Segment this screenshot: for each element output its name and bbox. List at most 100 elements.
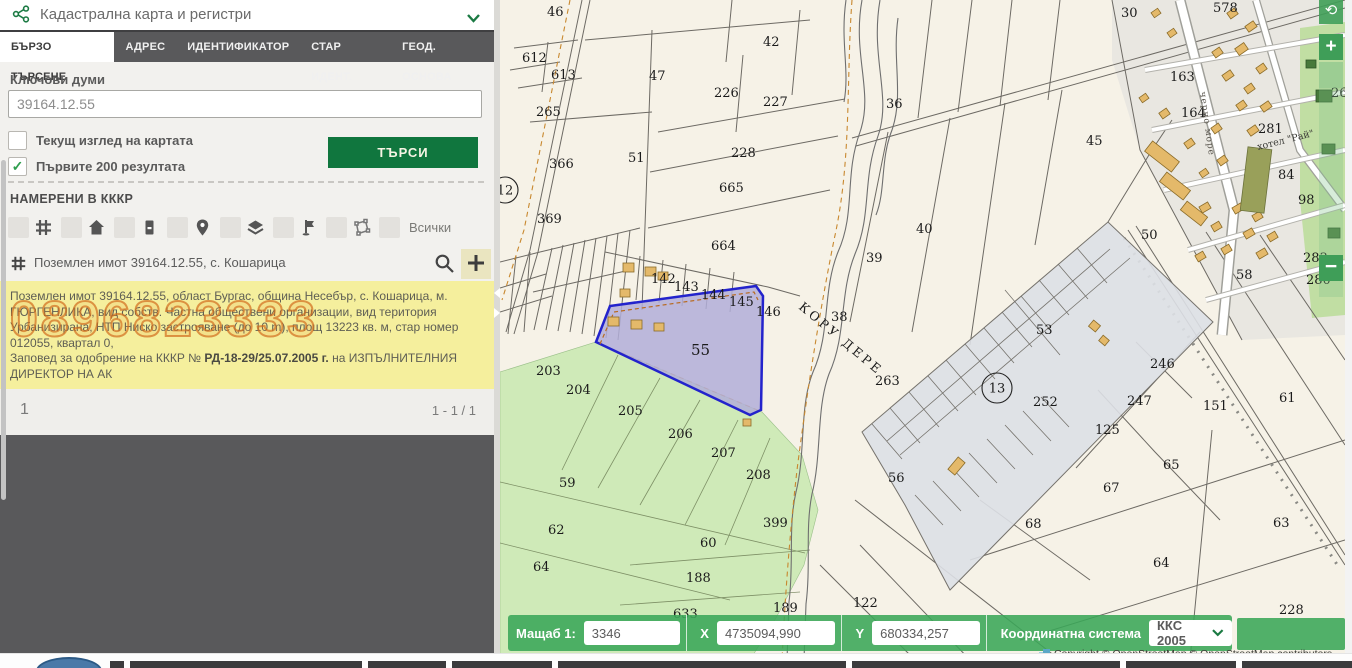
- filter-flag-checkbox[interactable]: [273, 217, 294, 238]
- parcel-grid-icon: [10, 255, 27, 277]
- svg-text:208: 208: [746, 468, 771, 483]
- filter-all-checkbox[interactable]: [379, 217, 400, 238]
- page-number-button[interactable]: 1: [20, 401, 29, 419]
- approval-order-number: РД-18-29/25.07.2005 г.: [204, 351, 328, 365]
- share-icon: [12, 5, 30, 28]
- svg-text:58: 58: [1236, 268, 1253, 283]
- svg-text:664: 664: [711, 239, 736, 254]
- first-results-label: Първите 200 резултата: [36, 159, 185, 174]
- tab-address[interactable]: АДРЕС: [114, 32, 176, 62]
- x-coordinate-input[interactable]: [717, 621, 835, 645]
- object-type-filters: Всички: [6, 214, 488, 240]
- svg-text:228: 228: [1279, 603, 1304, 618]
- svg-text:265: 265: [536, 105, 561, 120]
- filter-building-checkbox[interactable]: [61, 217, 82, 238]
- toolbar-extra-button[interactable]: [1319, 62, 1343, 88]
- svg-text:64: 64: [533, 560, 550, 575]
- svg-text:68: 68: [1025, 517, 1042, 532]
- svg-text:612: 612: [522, 51, 547, 66]
- svg-text:62: 62: [548, 523, 565, 538]
- svg-text:263: 263: [875, 374, 900, 389]
- svg-text:207: 207: [711, 446, 736, 461]
- status-bar-right-segment: [1237, 618, 1345, 650]
- svg-text:51: 51: [628, 151, 645, 166]
- svg-text:64: 64: [1153, 556, 1170, 571]
- scale-input[interactable]: [584, 621, 680, 645]
- pagination-bar: 1 1 - 1 / 1: [0, 389, 494, 435]
- tab-geod-basis[interactable]: ГЕОД. ОСНОВА: [391, 32, 494, 62]
- polygon-icon: [352, 218, 371, 237]
- svg-text:65: 65: [1163, 458, 1180, 473]
- svg-text:40: 40: [916, 222, 933, 237]
- svg-text:12: 12: [500, 184, 513, 199]
- service-header[interactable]: Кадастрална карта и регистри: [0, 0, 494, 32]
- current-view-row: Текущ изглед на картата: [8, 131, 193, 150]
- scrollbar-thumb[interactable]: [1, 160, 6, 500]
- y-label: Y: [855, 626, 864, 641]
- svg-text:252: 252: [1033, 395, 1058, 410]
- first-results-row: ✓ Първите 200 резултата: [8, 157, 185, 176]
- svg-text:188: 188: [686, 571, 711, 586]
- found-section-title: НАМЕРЕНИ В КККР: [10, 192, 133, 206]
- filter-polygon-checkbox[interactable]: [326, 217, 347, 238]
- svg-text:53: 53: [1036, 323, 1053, 338]
- result-item-title: Поземлен имот 39164.12.55, с. Кошарица: [34, 255, 286, 270]
- zoom-out-button[interactable]: −: [1319, 255, 1343, 281]
- filter-point-checkbox[interactable]: [167, 217, 188, 238]
- statusbar-separator: [686, 615, 687, 651]
- crs-select[interactable]: ККС 2005: [1149, 620, 1232, 646]
- taskbar-start-button[interactable]: [36, 657, 102, 668]
- svg-text:39: 39: [866, 251, 883, 266]
- service-title: Кадастрална карта и регистри: [40, 6, 251, 23]
- result-item-row[interactable]: Поземлен имот 39164.12.55, с. Кошарица: [0, 247, 494, 282]
- search-button[interactable]: ТЪРСИ: [328, 137, 478, 168]
- svg-text:399: 399: [763, 516, 788, 531]
- y-coordinate-input[interactable]: [872, 621, 980, 645]
- door-icon: [140, 218, 159, 237]
- filter-layers-checkbox[interactable]: [220, 217, 241, 238]
- svg-text:84: 84: [1278, 168, 1295, 183]
- chevron-down-icon[interactable]: [467, 10, 480, 28]
- filter-object-checkbox[interactable]: [114, 217, 135, 238]
- svg-text:247: 247: [1127, 394, 1152, 409]
- svg-text:125: 125: [1095, 423, 1120, 438]
- svg-text:578: 578: [1213, 1, 1238, 16]
- tab-identifier[interactable]: ИДЕНТИФИКАТОР: [176, 32, 300, 62]
- current-view-checkbox[interactable]: [8, 131, 27, 150]
- svg-text:228: 228: [731, 146, 756, 161]
- x-label: X: [700, 626, 709, 641]
- current-view-label: Текущ изглед на картата: [36, 133, 193, 148]
- search-tabs: БЪРЗО ТЪРСЕНЕ АДРЕС ИДЕНТИФИКАТОР СТАР И…: [0, 32, 494, 62]
- svg-text:204: 204: [566, 383, 591, 398]
- rotate-map-button[interactable]: ⟲: [1319, 0, 1343, 24]
- svg-text:46: 46: [547, 5, 564, 20]
- zoom-in-button[interactable]: +: [1319, 34, 1343, 60]
- tab-old-ident[interactable]: СТАР ИДЕНТ.: [300, 32, 391, 62]
- svg-text:144: 144: [701, 288, 726, 303]
- add-to-map-button[interactable]: [461, 249, 491, 279]
- tab-quick-search[interactable]: БЪРЗО ТЪРСЕНЕ: [0, 32, 114, 62]
- first-results-checkbox[interactable]: ✓: [8, 157, 27, 176]
- filter-parcel-checkbox[interactable]: [8, 217, 29, 238]
- toolbar-column-lower: [1319, 281, 1343, 297]
- svg-text:203: 203: [536, 364, 561, 379]
- flag-icon: [299, 218, 318, 237]
- svg-text:122: 122: [853, 596, 878, 611]
- cadastral-map[interactable]: 1213 46612613265366369514722622722842665…: [500, 0, 1345, 667]
- svg-text:189: 189: [773, 601, 798, 616]
- svg-text:67: 67: [1103, 481, 1120, 496]
- svg-text:369: 369: [537, 212, 562, 227]
- crs-label: Координатна система: [1001, 626, 1141, 641]
- home-icon: [87, 218, 106, 237]
- keywords-label: Ключови думи: [10, 72, 105, 87]
- svg-text:281: 281: [1258, 122, 1283, 137]
- result-approval-text: Заповед за одобрение на КККР № РД-18-29/…: [10, 351, 484, 382]
- svg-text:55: 55: [691, 341, 710, 359]
- svg-text:146: 146: [756, 305, 781, 320]
- search-icon[interactable]: [434, 253, 455, 279]
- svg-text:142: 142: [651, 272, 676, 287]
- result-detail-text: Поземлен имот 39164.12.55, област Бургас…: [10, 289, 484, 351]
- filter-all-label: Всички: [409, 220, 451, 235]
- keywords-input[interactable]: [8, 90, 482, 118]
- svg-text:246: 246: [1150, 357, 1175, 372]
